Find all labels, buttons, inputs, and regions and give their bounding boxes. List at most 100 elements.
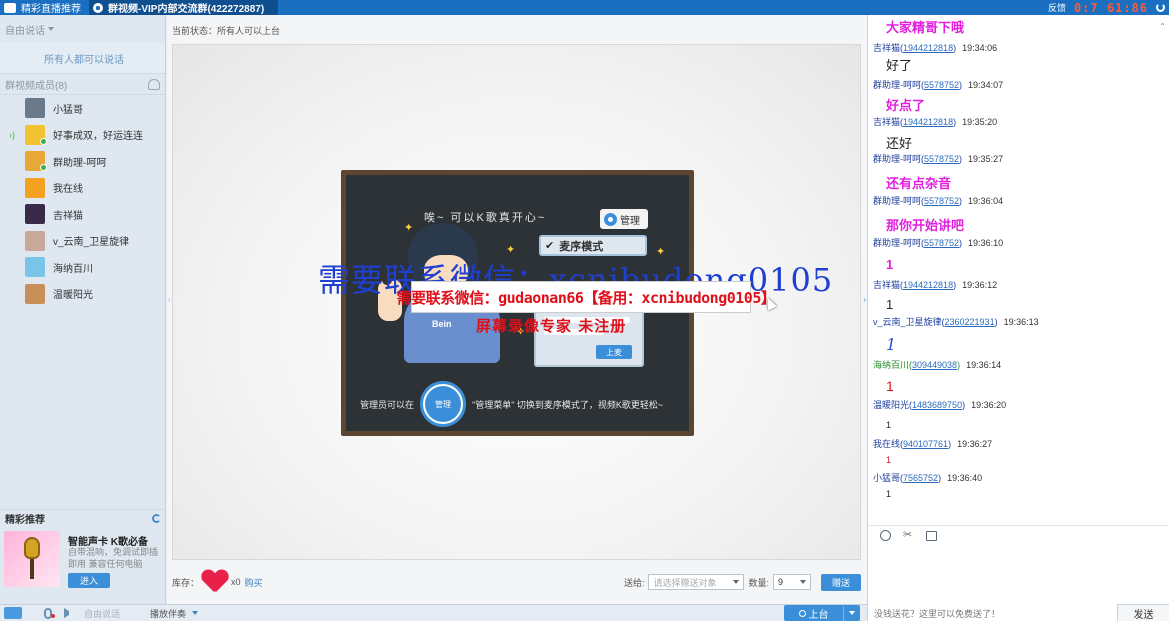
board-mode-label: 麦序模式 [559,240,604,253]
recommend-card[interactable]: 智能声卡 K歌必备 自带混响，免调试即插即用 兼容任何电脑 进入 [4,531,162,591]
chat-user-id[interactable]: 1944212818 [903,117,953,127]
accompaniment-dropdown[interactable]: 播放伴奏 [150,607,199,620]
refresh-icon[interactable] [152,514,161,523]
chat-message-body: 1 [886,489,892,499]
chat-time: 19:35:27 [968,154,1004,164]
add-user-icon[interactable] [148,78,160,90]
chat-message-header: 我在线(940107761) 19:36:27 [873,437,992,450]
chat-username[interactable]: 温暖阳光 [873,400,909,410]
scissors-icon[interactable]: ✂ [903,530,914,541]
board-foot-button: 管理 [425,386,462,422]
chat-username[interactable]: 我在线 [873,439,900,449]
free-speak-toggle[interactable]: 自由说话 [84,607,120,620]
chat-message-body: 1 [886,378,894,394]
members-header-label: 群视频成员(8) [5,80,68,92]
paren: ) [994,317,998,327]
member-name: 我在线 [53,184,83,196]
collapse-left-icon[interactable]: ‹ [168,295,171,304]
chat-message-body: 大家精哥下哦 [886,20,965,35]
chat-user-id[interactable]: 309449038 [912,360,957,370]
chat-user-id[interactable]: 7565752 [903,473,938,483]
up-stage-dropdown[interactable] [844,611,860,615]
chat-message-body: 那你开始讲吧 [886,218,965,233]
member-name: 好事成双，好运连连 [53,131,143,143]
chat-username[interactable]: 海纳百川 [873,360,909,370]
tab-group-video[interactable]: 群视频-VIP内部交流群(422272887) [89,0,279,15]
collapse-right-icon[interactable]: › [863,295,866,304]
mic-icon [798,609,806,617]
member-row[interactable]: 温暖阳光 [0,281,165,308]
chat-message-body: 1 [886,257,894,272]
gift-target-select[interactable]: 请选择赠送对象 [648,574,745,590]
image-icon[interactable] [926,530,937,541]
chat-username[interactable]: 吉祥猫 [873,43,900,53]
chat-time: 19:36:04 [968,196,1004,206]
recommend-enter-button[interactable]: 进入 [68,573,110,588]
speaker-icon[interactable] [64,608,74,618]
watermark-box-text: 需要联系微信：gudaonan66【备用：xcnibudong0105】 [396,288,776,307]
chat-message-body: 好点了 [886,98,926,113]
buy-link[interactable]: 购买 [245,576,263,589]
gift-qty-select[interactable]: 9 [773,574,811,590]
member-row[interactable]: 吉祥猫 [0,201,165,228]
member-row[interactable]: 群助理-呵呵 [0,148,165,175]
emoji-icon[interactable] [880,530,891,541]
microphone-stem [30,559,34,579]
member-row[interactable]: 海纳百川 [0,254,165,281]
app-logo-icon[interactable] [4,607,22,619]
chat-user-id[interactable]: 5578752 [924,154,959,164]
speak-mode-dropdown[interactable]: 自由说话 [0,15,165,43]
chat-message-body: 1 [886,335,897,354]
chat-username[interactable]: 小猛哥 [873,473,900,483]
chat-toolbar: ✂ [868,525,1169,545]
board-foot-left: 管理员可以在 [360,399,415,410]
chat-user-id[interactable]: 5578752 [924,238,959,248]
chat-messages[interactable]: 大家精哥下哦 ⌃ 吉祥猫(1944212818) 19:34:06 好了 群助理-呵呵… [868,15,1169,520]
member-name: 小猛哥 [53,104,83,116]
give-gift-button[interactable]: 赠送 [821,573,861,591]
members-header: 群视频成员(8) [0,73,165,95]
heart-gift-icon[interactable] [202,570,228,594]
chat-user-id[interactable]: 1944212818 [903,43,953,53]
member-row[interactable]: 我在线 [0,175,165,202]
microphone-icon[interactable] [44,607,55,619]
recommend-title: 精彩推荐 [5,515,45,526]
chat-user-id[interactable]: 5578752 [924,80,959,90]
chat-username[interactable]: v_云南_卫星旋律 [873,317,942,327]
chat-message-header: 小猛哥(7565752) 19:36:40 [873,471,982,484]
chat-username[interactable]: 群助理-呵呵 [873,196,921,206]
chat-user-id[interactable]: 940107761 [903,439,948,449]
chat-username[interactable]: 群助理-呵呵 [873,80,921,90]
member-name: 温暖阳光 [53,290,93,302]
chat-username[interactable]: 吉祥猫 [873,280,900,290]
chat-message-header: 群助理-呵呵(5578752) 19:36:04 [873,194,1003,207]
chat-time: 19:36:20 [971,400,1007,410]
chat-message-body: 还有点杂音 [886,176,952,191]
member-row[interactable]: 小猛哥 [0,95,165,122]
send-button[interactable]: 发送 [1117,604,1169,621]
member-row[interactable]: ›) 好事成双，好运连连 [0,122,165,149]
gift-controls: 送给: 请选择赠送对象 数量: 9 赠送 [624,573,861,591]
chat-username[interactable]: 群助理-呵呵 [873,154,921,164]
collapse-icon[interactable]: ⌃ [1159,22,1166,31]
tab-live-recommend[interactable]: 精彩直播推荐 [0,0,89,15]
member-name: v_云南_卫星旋律 [53,237,130,249]
chat-user-id[interactable]: 2360221931 [945,317,995,327]
member-row[interactable]: v_云南_卫星旋律 [0,228,165,255]
chat-time: 19:36:14 [966,360,1002,370]
chat-time: 19:36:40 [947,473,983,483]
accompaniment-label: 播放伴奏 [150,608,187,619]
chat-username[interactable]: 吉祥猫 [873,117,900,127]
power-icon[interactable] [1156,3,1165,12]
paren: ) [953,43,957,53]
chat-user-id[interactable]: 5578752 [924,196,959,206]
chat-user-id[interactable]: 1483689750 [912,400,962,410]
chevron-down-icon [192,611,199,615]
up-stage-button[interactable]: 上台 [784,605,860,621]
chat-username[interactable]: 群助理-呵呵 [873,238,921,248]
chat-user-id[interactable]: 1944212818 [903,280,953,290]
feedback-link[interactable]: 反馈 [1048,1,1066,14]
up-stage-main[interactable]: 上台 [784,605,844,621]
chat-input[interactable]: 没钱送花？这里可以免费送了！ [868,605,1118,621]
member-name: 海纳百川 [53,263,93,275]
